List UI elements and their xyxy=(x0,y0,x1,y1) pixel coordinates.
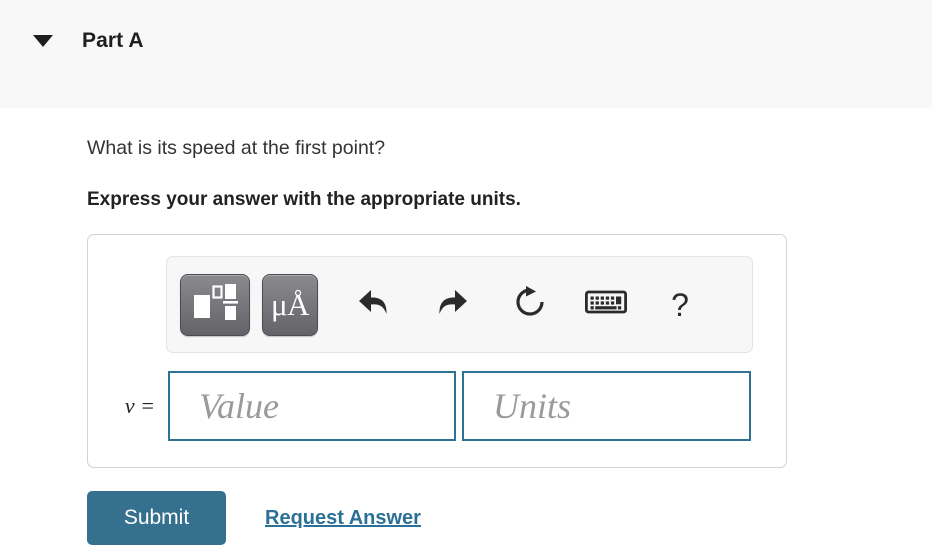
variable-label: v = xyxy=(124,393,155,418)
undo-button[interactable] xyxy=(348,279,400,331)
reset-button[interactable] xyxy=(504,279,556,331)
redo-arrow-icon xyxy=(434,285,470,324)
value-input[interactable]: Value xyxy=(168,371,456,441)
submit-button[interactable]: Submit xyxy=(87,491,226,545)
redo-button[interactable] xyxy=(426,279,478,331)
page-title: Part A xyxy=(82,29,144,52)
request-answer-link[interactable]: Request Answer xyxy=(265,504,421,532)
units-input[interactable]: Units xyxy=(462,371,751,441)
reset-circular-arrow-icon xyxy=(512,284,548,325)
answer-card: μÅ ? v = Value Units xyxy=(87,234,787,468)
math-template-button[interactable] xyxy=(180,273,250,336)
undo-arrow-icon xyxy=(356,285,392,324)
caret-down-icon[interactable] xyxy=(30,28,56,54)
micro-angstrom-icon: μÅ xyxy=(270,287,310,322)
keyboard-button[interactable] xyxy=(580,279,632,331)
part-header: Part A xyxy=(0,0,932,108)
question-instruction: Express your answer with the appropriate… xyxy=(87,189,521,210)
math-template-icon xyxy=(192,282,238,327)
answer-toolbar: μÅ ? xyxy=(166,256,753,353)
help-button[interactable]: ? xyxy=(654,279,706,331)
question-prompt: What is its speed at the first point? xyxy=(87,137,386,159)
units-input-placeholder: Units xyxy=(493,386,572,426)
question-mark-icon: ? xyxy=(671,286,689,323)
answer-input-row: v = Value Units xyxy=(88,368,788,444)
value-input-placeholder: Value xyxy=(199,386,279,426)
units-button[interactable]: μÅ xyxy=(262,273,318,336)
keyboard-icon xyxy=(584,288,628,321)
